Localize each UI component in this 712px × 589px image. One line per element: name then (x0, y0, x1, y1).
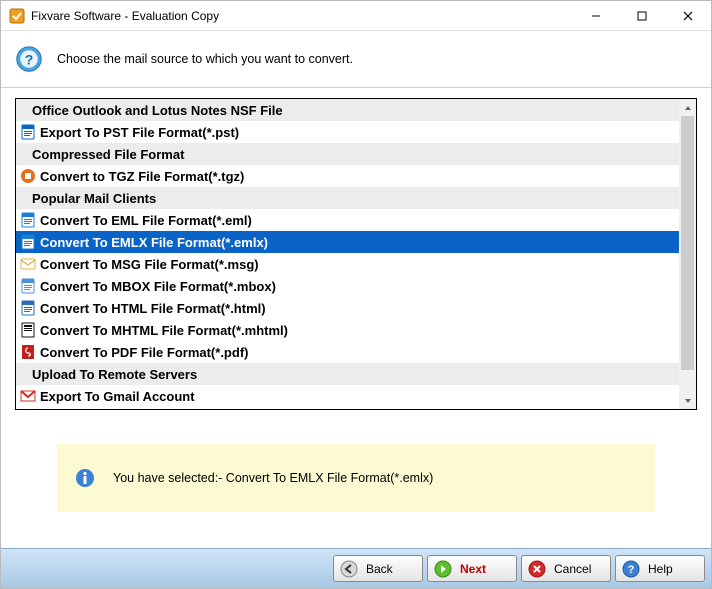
scroll-thumb[interactable] (681, 116, 694, 370)
svg-text:?: ? (25, 51, 34, 67)
help-label: Help (648, 562, 673, 576)
svg-text:?: ? (628, 564, 635, 576)
list-item-label: Convert To MSG File Format(*.msg) (40, 257, 259, 272)
list-header-label: Office Outlook and Lotus Notes NSF File (32, 103, 283, 118)
help-icon: ? (622, 560, 640, 578)
list-item[interactable]: Convert To EMLX File Format(*.emlx) (16, 231, 679, 253)
list-header: Office Outlook and Lotus Notes NSF File (16, 99, 679, 121)
cancel-button[interactable]: Cancel (521, 555, 611, 582)
list-item-label: Convert To MHTML File Format(*.mhtml) (40, 323, 288, 338)
instruction-text: Choose the mail source to which you want… (57, 52, 353, 66)
app-icon (9, 8, 25, 24)
scroll-up-button[interactable] (679, 99, 696, 116)
scroll-down-button[interactable] (679, 392, 696, 409)
question-icon: ? (15, 45, 43, 73)
info-icon (75, 468, 95, 488)
back-button[interactable]: Back (333, 555, 423, 582)
status-text: You have selected:- Convert To EMLX File… (113, 471, 433, 485)
next-icon (434, 560, 452, 578)
tgz-icon (20, 168, 36, 184)
list-item-label: Export To PST File Format(*.pst) (40, 125, 239, 140)
list-item[interactable]: Export To PST File Format(*.pst) (16, 121, 679, 143)
list-header-label: Upload To Remote Servers (32, 367, 197, 382)
list-item[interactable]: Convert to TGZ File Format(*.tgz) (16, 165, 679, 187)
format-list[interactable]: Office Outlook and Lotus Notes NSF File E… (16, 99, 679, 409)
list-item[interactable]: Convert To EML File Format(*.eml) (16, 209, 679, 231)
list-item[interactable]: Convert To MHTML File Format(*.mhtml) (16, 319, 679, 341)
cancel-icon (528, 560, 546, 578)
scroll-track[interactable] (679, 116, 696, 392)
list-item[interactable]: Export To Gmail Account (16, 385, 679, 407)
list-item-label: Convert To HTML File Format(*.html) (40, 301, 266, 316)
list-header: Popular Mail Clients (16, 187, 679, 209)
titlebar: Fixvare Software - Evaluation Copy (1, 1, 711, 31)
list-item[interactable]: Convert To MSG File Format(*.msg) (16, 253, 679, 275)
minimize-button[interactable] (573, 1, 619, 30)
list-item-label: Convert to TGZ File Format(*.tgz) (40, 169, 244, 184)
html-icon (20, 300, 36, 316)
eml-icon (20, 212, 36, 228)
scrollbar[interactable] (679, 99, 696, 409)
mhtml-icon (20, 322, 36, 338)
list-header-label: Compressed File Format (32, 147, 184, 162)
next-button[interactable]: Next (427, 555, 517, 582)
emlx-icon (20, 234, 36, 250)
status-panel: You have selected:- Convert To EMLX File… (57, 444, 655, 512)
format-listbox: Office Outlook and Lotus Notes NSF File E… (15, 98, 697, 410)
outlook-icon (20, 124, 36, 140)
cancel-label: Cancel (554, 562, 591, 576)
list-item[interactable]: Convert To MBOX File Format(*.mbox) (16, 275, 679, 297)
list-item-label: Convert To PDF File Format(*.pdf) (40, 345, 248, 360)
list-item-label: Convert To EML File Format(*.eml) (40, 213, 252, 228)
list-item[interactable]: Convert To PDF File Format(*.pdf) (16, 341, 679, 363)
help-button[interactable]: ? Help (615, 555, 705, 582)
mbox-icon (20, 278, 36, 294)
back-label: Back (366, 562, 393, 576)
window-title: Fixvare Software - Evaluation Copy (31, 9, 573, 23)
instruction-bar: ? Choose the mail source to which you wa… (1, 31, 711, 88)
list-header: Compressed File Format (16, 143, 679, 165)
gmail-icon (20, 388, 36, 404)
pdf-icon (20, 344, 36, 360)
list-item-label: Convert To EMLX File Format(*.emlx) (40, 235, 268, 250)
msg-icon (20, 256, 36, 272)
close-button[interactable] (665, 1, 711, 30)
list-item[interactable]: Convert To HTML File Format(*.html) (16, 297, 679, 319)
window-controls (573, 1, 711, 30)
list-item-label: Export To Gmail Account (40, 389, 195, 404)
list-header-label: Popular Mail Clients (32, 191, 156, 206)
maximize-button[interactable] (619, 1, 665, 30)
list-header: Upload To Remote Servers (16, 363, 679, 385)
list-item-label: Convert To MBOX File Format(*.mbox) (40, 279, 276, 294)
next-label: Next (460, 562, 486, 576)
content-area: Office Outlook and Lotus Notes NSF File E… (1, 88, 711, 548)
footer-bar: Back Next Cancel ? Help (1, 548, 711, 588)
back-icon (340, 560, 358, 578)
